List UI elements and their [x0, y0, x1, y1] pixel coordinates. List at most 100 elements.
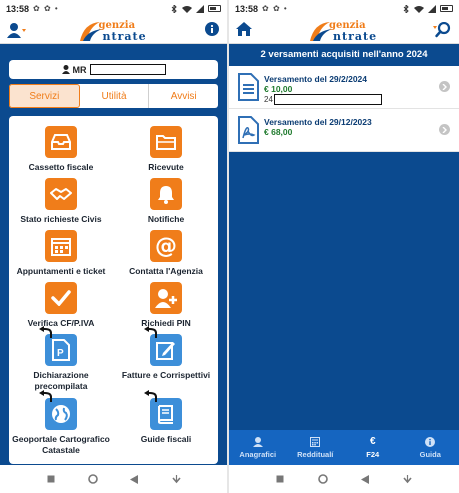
- calendar-icon: [45, 230, 77, 262]
- circle-icon: [87, 474, 98, 484]
- service-notifiche[interactable]: Notifiche: [114, 178, 218, 225]
- tab-label: F24: [366, 450, 380, 459]
- system-status-icons: [170, 4, 221, 13]
- tab-label: Redditualí: [297, 449, 334, 459]
- service-dichiarazione-precompilata[interactable]: P Dichiarazione precompilata: [9, 326, 113, 392]
- back-button[interactable]: [360, 474, 370, 484]
- service-verifica-cf[interactable]: Verifica CF/P.IVA: [9, 282, 113, 329]
- search-icon: [433, 22, 451, 38]
- service-stato-richieste-civis[interactable]: Stato richieste Civis: [9, 178, 113, 225]
- tab-reddituali[interactable]: Redditualí: [287, 430, 345, 465]
- user-add-icon: [150, 282, 182, 314]
- service-appuntamenti[interactable]: Appuntamenti e ticket: [9, 230, 113, 277]
- back-triangle-icon: [361, 474, 370, 484]
- home-button[interactable]: [317, 474, 328, 484]
- agenzia-entrate-logo: genzia ntrate: [78, 19, 150, 43]
- bell-icon: [150, 178, 182, 210]
- tile-label: Verifica CF/P.IVA: [27, 318, 95, 328]
- service-geoportale[interactable]: Geoportale Cartografico Catastale: [9, 390, 113, 456]
- tile-label: Geoportale Cartografico Catastale: [12, 434, 110, 455]
- notification-icons: ✿ ✿ •: [262, 4, 288, 13]
- document-p-icon: P: [39, 326, 77, 366]
- euro-icon: €: [369, 436, 376, 447]
- tile-label: Stato richieste Civis: [20, 214, 102, 224]
- payment-item[interactable]: Versamento del 29/2/2024 € 10,00 24: [229, 66, 459, 109]
- tab-guida[interactable]: Guida: [402, 430, 459, 465]
- payments-title: 2 versamenti acquisiti nell'anno 2024: [260, 49, 428, 60]
- status-time: 13:58: [6, 3, 30, 14]
- service-guide-fiscali[interactable]: Guide fiscali: [114, 390, 218, 445]
- tab-f24[interactable]: € F24: [344, 430, 402, 465]
- user-icon: [7, 23, 26, 38]
- system-nav-bar: [0, 465, 227, 493]
- payment-item[interactable]: Versamento del 29/12/2023 € 68,00: [229, 109, 459, 152]
- tab-anagrafici[interactable]: Anagrafici: [229, 430, 287, 465]
- chevron-down-icon: [172, 474, 181, 483]
- service-fatture-corrispettivi[interactable]: Fatture e Corrispettivi: [114, 326, 218, 381]
- app-header: genzia ntrate: [0, 17, 227, 44]
- tab-utilita[interactable]: Utilità: [80, 84, 150, 108]
- hide-keyboard-button[interactable]: [403, 474, 413, 484]
- square-icon: [47, 475, 55, 483]
- system-status-icons: [402, 4, 453, 13]
- status-time: 13:58: [235, 3, 259, 14]
- signal-icon: [428, 4, 436, 13]
- status-bar: 13:58 ✿ ✿ •: [0, 0, 227, 17]
- redacted-reference: [273, 94, 382, 105]
- main-tabs: Servizi Utilità Avvisi: [9, 84, 218, 108]
- tab-avvisi[interactable]: Avvisi: [149, 84, 218, 108]
- reference-prefix: 24: [264, 95, 273, 104]
- tile-label: Richiedi PIN: [141, 318, 191, 328]
- at-icon: @: [150, 230, 182, 262]
- person-icon: [61, 65, 70, 74]
- service-cassetto-fiscale[interactable]: Cassetto fiscale: [9, 126, 113, 173]
- info-icon: [425, 436, 436, 447]
- home-button[interactable]: [87, 474, 98, 484]
- back-button[interactable]: [129, 474, 139, 484]
- recent-apps-button[interactable]: [275, 474, 285, 484]
- info-button[interactable]: [205, 22, 219, 36]
- services-screen: 13:58 ✿ ✿ • genzia ntrate MR Servizi Uti…: [0, 0, 227, 493]
- edit-icon: [144, 326, 182, 366]
- service-richiedi-pin[interactable]: Richiedi PIN: [114, 282, 218, 329]
- payment-amount: € 10,00: [264, 84, 293, 94]
- recent-apps-button[interactable]: [46, 474, 56, 484]
- tile-label: Dichiarazione precompilata: [33, 370, 89, 391]
- pdf-icon: [238, 116, 259, 144]
- service-ricevute[interactable]: Ricevute: [114, 126, 218, 173]
- battery-icon: [440, 5, 453, 12]
- hide-keyboard-button[interactable]: [171, 474, 181, 484]
- book-icon: [144, 390, 182, 430]
- handshake-icon: [45, 178, 77, 210]
- tile-label: Appuntamenti e ticket: [16, 266, 106, 276]
- wifi-icon: [414, 5, 424, 13]
- notification-icons: ✿ ✿ •: [33, 4, 59, 13]
- service-contatta-agenzia[interactable]: @ Contatta l'Agenzia: [114, 230, 218, 277]
- chevron-down-icon: [403, 474, 412, 483]
- circle-icon: [317, 474, 328, 484]
- search-button[interactable]: [433, 22, 451, 38]
- external-arrow-icon: [39, 326, 52, 338]
- payment-amount: € 68,00: [264, 127, 293, 137]
- external-arrow-icon: [144, 326, 157, 338]
- tile-label: Fatture e Corrispettivi: [121, 370, 211, 380]
- account-menu-button[interactable]: [7, 22, 27, 38]
- folder-icon: [150, 126, 182, 158]
- tile-label: Ricevute: [148, 162, 184, 172]
- logo-text-bottom: ntrate: [102, 30, 147, 43]
- tab-servizi[interactable]: Servizi: [9, 84, 80, 108]
- home-nav-button[interactable]: [236, 22, 252, 36]
- chevron-right-icon: [439, 81, 450, 92]
- bluetooth-icon: [171, 4, 177, 13]
- wifi-icon: [182, 5, 192, 13]
- calculator-icon: [310, 436, 321, 447]
- globe-icon: [39, 390, 77, 430]
- tile-label: Contatta l'Agenzia: [129, 266, 203, 276]
- square-icon: [276, 475, 284, 483]
- external-arrow-icon: [144, 390, 157, 402]
- person-icon: [252, 436, 263, 447]
- user-name-bar: MR: [9, 60, 218, 79]
- f24-screen: 13:58 ✿ ✿ • genzia ntrate 2 versamenti a…: [229, 0, 459, 493]
- tab-label: Anagrafici: [239, 449, 277, 459]
- system-nav-bar: [229, 465, 459, 493]
